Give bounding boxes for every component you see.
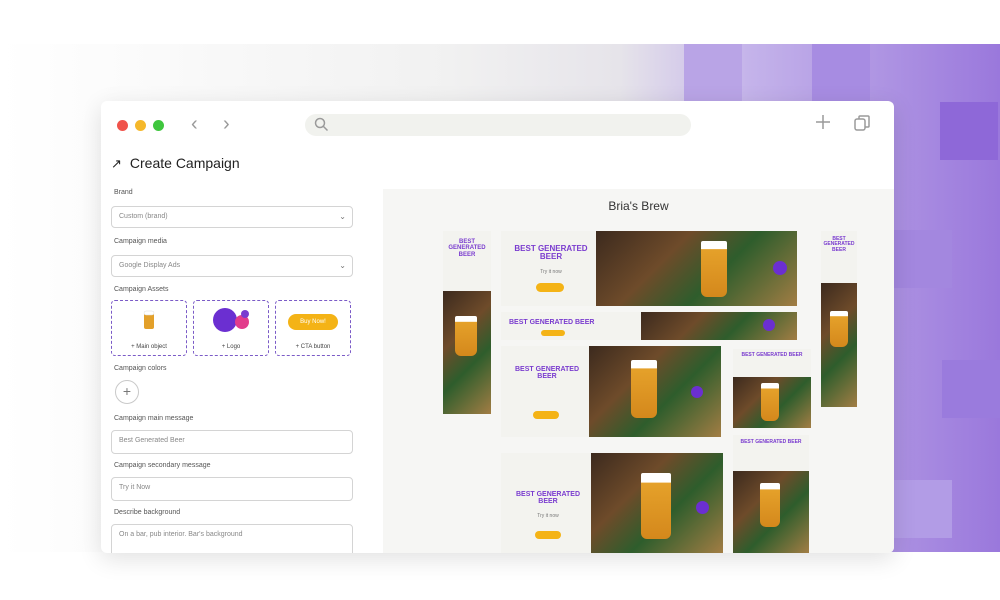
ad-medium-rectangle[interactable]: BEST GENERATED BEER [501,346,721,437]
ad-square[interactable]: BEST GENERATED BEER [733,349,811,428]
ad-sub: Try it now [540,269,562,275]
background-textarea[interactable]: On a bar, pub interior. Bar's background [111,524,353,553]
ad-headline: BEST GENERATED BEER [740,439,802,445]
search-icon [314,117,329,132]
ad-logo [773,261,787,275]
ad-logo [696,501,709,514]
background-value: On a bar, pub interior. Bar's background [119,531,243,538]
main-message-input[interactable]: Best Generated Beer [111,430,353,454]
ad-logo [691,386,703,398]
beer-glass [631,360,657,418]
new-tab-icon[interactable] [815,114,831,130]
ad-skyscraper-right[interactable]: BEST GENERATED BEER [821,231,857,407]
bg-tile [942,360,1000,418]
beer-glass [455,316,477,356]
ad-cta-button [535,531,561,539]
cta-preview-button: Buy Now! [288,314,338,330]
asset-caption: + Logo [221,344,241,350]
preview-panel: Bria's Brew BEST GENERATED BEER BEST GEN… [383,189,894,553]
add-color-button[interactable]: + [115,380,139,404]
arrow-icon: ↗ [111,156,122,171]
secondary-message-label: Campaign secondary message [114,462,211,469]
beer-glass [641,473,671,539]
ad-large-rectangle[interactable]: BEST GENERATED BEER Try it now [501,453,723,553]
assets-label: Campaign Assets [114,286,169,293]
bg-tile [940,102,998,160]
beer-glass [761,383,779,421]
cta-button-asset[interactable]: Buy Now! + CTA button [275,300,351,356]
campaign-form: ↗ Create Campaign Brand Custom (brand) ⌄ … [101,149,371,553]
beer-glass [760,483,780,527]
back-icon[interactable]: ‹ [191,113,198,136]
ad-headline: BEST GENERATED BEER [514,366,580,381]
colors-label: Campaign colors [114,365,167,372]
ad-sub: Try it now [537,513,559,519]
maximize-window-button[interactable] [153,120,164,131]
ad-headline: BEST GENERATED BEER [515,491,581,506]
address-bar[interactable] [305,114,691,136]
ad-small-tall[interactable]: BEST GENERATED BEER [733,435,809,553]
ad-photo [596,231,797,306]
chevron-down-icon: ⌄ [339,261,346,270]
bg-tile [894,480,952,538]
bg-tile [812,44,870,102]
bg-tile [894,230,952,288]
preview-title: Bria's Brew [608,199,669,213]
page-title: ↗ Create Campaign [111,155,240,171]
browser-window: ‹ › ↗ Create Campaign Brand Custom (brand… [101,101,894,553]
ad-cta-button [533,411,559,419]
asset-caption: + Main object [131,344,167,350]
media-value: Google Display Ads [119,262,181,269]
forward-icon[interactable]: › [223,113,230,136]
secondary-message-input[interactable]: Try it Now [111,477,353,501]
main-message-label: Campaign main message [114,415,194,422]
beer-glass [830,311,848,347]
brand-label: Brand [114,189,133,196]
ad-cta-button [536,283,564,292]
brand-select[interactable]: Custom (brand) ⌄ [111,206,353,228]
close-window-button[interactable] [117,120,128,131]
ad-large-banner[interactable]: BEST GENERATED BEER Try it now [501,231,797,306]
beer-glass [701,241,727,297]
secondary-message-value: Try it Now [119,484,151,491]
media-label: Campaign media [114,238,167,245]
ad-cta-button [541,330,565,336]
ad-headline: BEST GENERATED BEER [823,236,855,253]
ad-skyscraper-left[interactable]: BEST GENERATED BEER [443,231,491,414]
ad-headline: BEST GENERATED BEER [514,244,588,262]
copy-window-icon[interactable] [853,114,871,132]
minimize-window-button[interactable] [135,120,146,131]
title-bar: ‹ › [101,101,894,149]
bg-tile [684,44,742,102]
background-label: Describe background [114,509,181,516]
brand-value: Custom (brand) [119,213,168,220]
main-object-asset[interactable]: + Main object [111,300,187,356]
ad-thin-banner[interactable]: BEST GENERATED BEER [501,312,797,340]
beer-glass-icon [143,310,155,329]
ad-headline: BEST GENERATED BEER [741,352,803,358]
ad-headline: BEST GENERATED BEER [448,239,486,258]
logo-icon [213,308,249,332]
chevron-down-icon: ⌄ [339,212,346,221]
ad-logo [763,319,775,331]
asset-caption: + CTA button [295,344,331,350]
media-select[interactable]: Google Display Ads ⌄ [111,255,353,277]
logo-asset[interactable]: + Logo [193,300,269,356]
ad-headline: BEST GENERATED BEER [509,319,595,326]
main-message-value: Best Generated Beer [119,437,185,444]
